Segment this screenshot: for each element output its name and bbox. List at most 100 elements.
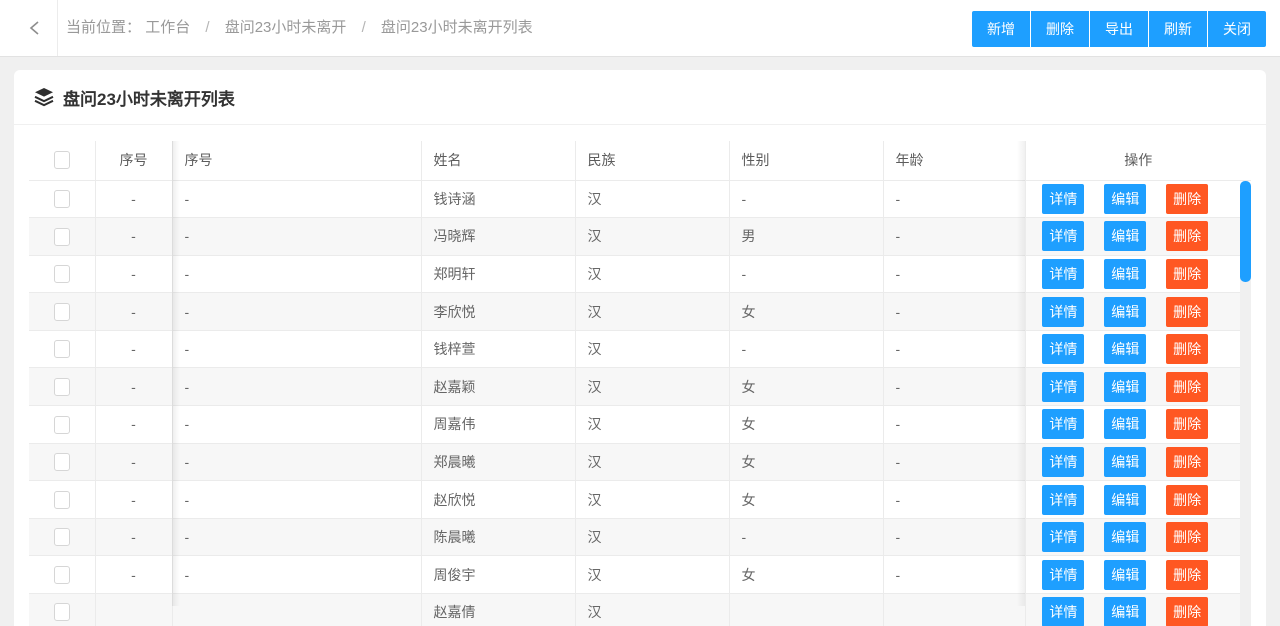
edit-button[interactable]: 编辑 — [1104, 522, 1147, 553]
cell-name: 陈晨曦 — [421, 518, 576, 557]
table-row: - - 钱梓萱 汉 - - 详情 编辑 删除 — [29, 330, 1251, 369]
cell-name: 赵嘉颖 — [421, 367, 576, 407]
cell-name: 钱诗涵 — [421, 180, 576, 219]
table-row: - - 赵欣悦 汉 女 - 详情 编辑 删除 — [29, 480, 1251, 519]
breadcrumb: 当前位置： 工作台 / 盘问23小时未离开 / 盘问23小时未离开列表 — [66, 0, 533, 56]
scrollbar-thumb[interactable] — [1240, 181, 1251, 282]
edit-button[interactable]: 编辑 — [1104, 559, 1147, 590]
table-row: - - 冯晓辉 汉 男 - 详情 编辑 删除 — [29, 217, 1251, 256]
data-table: 序号 序号 姓名 民族 性别 年龄 操作 - - 钱诗涵 汉 - - 详情 编辑… — [29, 141, 1251, 626]
detail-button[interactable]: 详情 — [1042, 258, 1085, 289]
cell-gender: - — [729, 518, 884, 557]
edit-button[interactable]: 编辑 — [1104, 484, 1147, 515]
detail-button[interactable]: 详情 — [1042, 409, 1085, 440]
close-button[interactable]: 关闭 — [1208, 11, 1266, 47]
cell-operations: 详情 编辑 删除 — [1025, 180, 1251, 219]
cell-age: - — [883, 330, 1026, 369]
vertical-scrollbar[interactable] — [1240, 181, 1251, 626]
cell-seq2 — [172, 593, 422, 626]
cell-age: - — [883, 180, 1026, 219]
cell-seq2: - — [172, 555, 422, 595]
row-checkbox-cell — [29, 330, 96, 369]
detail-button[interactable]: 详情 — [1042, 484, 1085, 515]
row-checkbox[interactable] — [53, 528, 70, 547]
cell-seq2: - — [172, 180, 422, 219]
delete-row-button[interactable]: 删除 — [1166, 296, 1209, 327]
breadcrumb-item-workbench[interactable]: 工作台 — [145, 19, 190, 36]
cell-seq1: - — [95, 480, 173, 519]
delete-row-button[interactable]: 删除 — [1166, 409, 1209, 440]
row-checkbox[interactable] — [53, 565, 70, 584]
delete-row-button[interactable]: 删除 — [1166, 371, 1209, 402]
cell-gender: 女 — [729, 292, 884, 331]
edit-button[interactable]: 编辑 — [1104, 334, 1147, 365]
edit-button[interactable]: 编辑 — [1104, 409, 1147, 440]
cell-ethnicity: 汉 — [575, 593, 730, 626]
delete-row-button[interactable]: 删除 — [1166, 258, 1209, 289]
cell-name: 冯晓辉 — [421, 217, 576, 256]
cell-ethnicity: 汉 — [575, 255, 730, 294]
row-checkbox[interactable] — [53, 227, 70, 246]
cell-seq2: - — [172, 518, 422, 557]
cell-gender: 女 — [729, 367, 884, 407]
breadcrumb-item-module[interactable]: 盘问23小时未离开 — [225, 19, 347, 36]
delete-row-button[interactable]: 删除 — [1166, 446, 1209, 477]
row-checkbox[interactable] — [53, 340, 70, 359]
row-checkbox-cell — [29, 367, 96, 407]
detail-button[interactable]: 详情 — [1042, 221, 1085, 252]
detail-button[interactable]: 详情 — [1042, 296, 1085, 327]
add-button[interactable]: 新增 — [972, 11, 1030, 47]
edit-button[interactable]: 编辑 — [1104, 296, 1147, 327]
row-checkbox[interactable] — [53, 302, 70, 321]
row-checkbox[interactable] — [53, 603, 70, 622]
cell-ethnicity: 汉 — [575, 367, 730, 407]
cell-name: 李欣悦 — [421, 292, 576, 331]
table-row: - - 郑晨曦 汉 女 - 详情 编辑 删除 — [29, 443, 1251, 482]
cell-gender: 女 — [729, 555, 884, 595]
cell-seq2: - — [172, 255, 422, 294]
detail-button[interactable]: 详情 — [1042, 446, 1085, 477]
row-checkbox-cell — [29, 255, 96, 294]
delete-row-button[interactable]: 删除 — [1166, 484, 1209, 515]
edit-button[interactable]: 编辑 — [1104, 221, 1147, 252]
cell-seq2: - — [172, 330, 422, 369]
row-checkbox[interactable] — [53, 265, 70, 284]
delete-row-button[interactable]: 删除 — [1166, 334, 1209, 365]
detail-button[interactable]: 详情 — [1042, 371, 1085, 402]
edit-button[interactable]: 编辑 — [1104, 183, 1147, 214]
cell-gender: 女 — [729, 480, 884, 519]
detail-button[interactable]: 详情 — [1042, 522, 1085, 553]
delete-row-button[interactable]: 删除 — [1166, 597, 1209, 626]
delete-row-button[interactable]: 删除 — [1166, 522, 1209, 553]
row-checkbox[interactable] — [53, 415, 70, 434]
delete-row-button[interactable]: 删除 — [1166, 183, 1209, 214]
edit-button[interactable]: 编辑 — [1104, 371, 1147, 402]
cell-age: - — [883, 292, 1026, 331]
cell-gender: - — [729, 180, 884, 219]
column-header-gender: 性别 — [729, 141, 884, 181]
delete-button[interactable]: 删除 — [1031, 11, 1089, 47]
cell-operations: 详情 编辑 删除 — [1025, 405, 1251, 444]
back-button[interactable] — [14, 0, 56, 56]
detail-button[interactable]: 详情 — [1042, 183, 1085, 214]
detail-button[interactable]: 详情 — [1042, 334, 1085, 365]
select-all-checkbox[interactable] — [53, 151, 70, 170]
detail-button[interactable]: 详情 — [1042, 597, 1085, 626]
delete-row-button[interactable]: 删除 — [1166, 559, 1209, 590]
detail-button[interactable]: 详情 — [1042, 559, 1085, 590]
row-checkbox[interactable] — [53, 377, 70, 396]
refresh-button[interactable]: 刷新 — [1149, 11, 1207, 47]
delete-row-button[interactable]: 删除 — [1166, 221, 1209, 252]
row-checkbox[interactable] — [53, 453, 70, 472]
cell-name: 赵嘉倩 — [421, 593, 576, 626]
edit-button[interactable]: 编辑 — [1104, 446, 1147, 477]
cell-operations: 详情 编辑 删除 — [1025, 480, 1251, 519]
list-panel: 盘问23小时未离开列表 序号 序号 姓名 民族 性别 年龄 操作 - - 钱诗涵… — [14, 70, 1266, 626]
row-checkbox[interactable] — [53, 490, 70, 509]
cell-seq1 — [95, 593, 173, 626]
cell-seq2: - — [172, 405, 422, 444]
export-button[interactable]: 导出 — [1090, 11, 1148, 47]
row-checkbox[interactable] — [53, 189, 70, 208]
edit-button[interactable]: 编辑 — [1104, 258, 1147, 289]
edit-button[interactable]: 编辑 — [1104, 597, 1147, 626]
